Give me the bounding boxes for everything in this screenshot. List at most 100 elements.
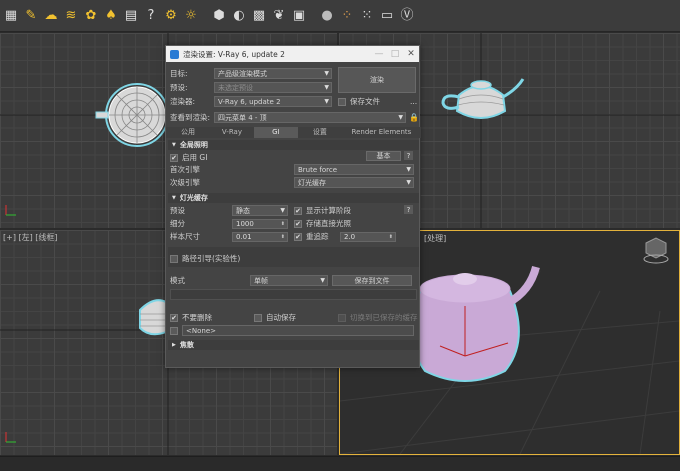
preset-row: 预设: 未选定预设 ▼	[170, 82, 332, 93]
sample-size-label: 样本尺寸	[170, 232, 200, 241]
gear-icon[interactable]: ⚙	[162, 7, 180, 25]
primary-engine-dropdown[interactable]: Brute force ▼	[294, 164, 414, 175]
help-icon[interactable]: ?	[142, 7, 160, 25]
folder-icon[interactable]: ▦	[2, 7, 20, 25]
monitor-icon[interactable]: ▭	[378, 7, 396, 25]
sphere-icon[interactable]: ◐	[230, 7, 248, 25]
secondary-engine-dropdown[interactable]: 灯光缓存 ▼	[294, 177, 414, 188]
tab-vray[interactable]: V-Ray	[210, 127, 254, 138]
render-setup-tabs: 公用 V-Ray GI 设置 Render Elements	[166, 127, 421, 138]
auto-save-label: 自动保存	[266, 313, 296, 322]
light-cache-header[interactable]: ▼ 灯光缓存	[168, 193, 419, 203]
render-setup-dialog: 渲染设置: V-Ray 6, update 2 — □ ✕ 目标: 产品级渲染模…	[165, 45, 421, 368]
view-cube-icon[interactable]	[643, 237, 669, 264]
tab-render-elements[interactable]: Render Elements	[342, 127, 421, 138]
cache-file-checkbox[interactable]	[170, 326, 178, 335]
teapot-perspective	[399, 265, 540, 382]
path-guide-row: 路径引导(实验性)	[170, 253, 240, 264]
sample-size-spinner[interactable]: 0.01 ⬍	[232, 231, 288, 242]
target-dropdown[interactable]: 产品级渲染模式 ▼	[214, 68, 332, 79]
help-icon[interactable]: ?	[404, 205, 413, 214]
leaf-icon[interactable]: ❦	[270, 7, 288, 25]
checker-icon[interactable]: ▩	[250, 7, 268, 25]
collapse-icon: ▼	[172, 195, 176, 201]
preset-value: 未选定预设	[218, 83, 253, 92]
target-value: 产品级渲染模式	[218, 69, 267, 78]
maximize-button[interactable]: □	[387, 49, 403, 59]
switch-saved-checkbox[interactable]	[338, 313, 346, 322]
document-icon[interactable]: ▤	[122, 7, 140, 25]
primary-engine-value: Brute force	[298, 165, 338, 174]
more-button[interactable]: ...	[410, 97, 417, 106]
toolbar-separator	[202, 7, 208, 25]
tab-settings[interactable]: 设置	[298, 127, 342, 138]
view-row: 查看到渲染: 四元菜单 4 - 顶 ▼ 🔒	[170, 112, 419, 123]
dont-delete-label: 不要删除	[182, 313, 212, 322]
axis-gizmo	[5, 205, 16, 216]
renderer-dropdown[interactable]: V-Ray 6, update 2 ▼	[214, 96, 332, 107]
lamp-icon[interactable]: ✎	[22, 7, 40, 25]
tab-gi[interactable]: GI	[253, 127, 298, 138]
cache-file-field[interactable]: <None>	[182, 325, 414, 336]
cache-file-value: <None>	[186, 326, 216, 335]
close-button[interactable]: ✕	[403, 49, 419, 59]
vray-icon[interactable]: Ⓥ	[398, 7, 416, 25]
view-dropdown[interactable]: 四元菜单 4 - 顶 ▼	[214, 112, 406, 123]
flower-icon[interactable]: ✿	[82, 7, 100, 25]
cloud-icon[interactable]: ☁	[42, 7, 60, 25]
lc-preset-row: 预设 静态 ▼ ✔ 显示计算阶段	[170, 205, 351, 216]
save-file-checkbox[interactable]	[338, 97, 346, 106]
lock-icon[interactable]: 🔒	[409, 113, 419, 122]
minimize-button[interactable]: —	[371, 49, 387, 59]
show-calc-checkbox[interactable]: ✔	[294, 206, 302, 215]
path-guide-checkbox[interactable]	[170, 254, 178, 263]
light-cache-section: ▼ 灯光缓存	[168, 193, 419, 203]
bird-icon[interactable]: ♠	[102, 7, 120, 25]
enable-gi-checkbox[interactable]: ✔	[170, 153, 178, 162]
render-button[interactable]: 渲染	[338, 67, 416, 93]
gi-section-header[interactable]: ▼ 全局照明	[168, 140, 419, 150]
target-row: 目标: 产品级渲染模式 ▼	[170, 68, 332, 79]
box-icon[interactable]: ⬢	[210, 7, 228, 25]
teapot-left-view	[139, 299, 167, 336]
enable-gi-row: ✔ 启用 GI	[170, 152, 207, 163]
preset-dropdown[interactable]: 未选定预设 ▼	[214, 82, 332, 93]
filter-icon[interactable]: ▣	[290, 7, 308, 25]
particles-icon[interactable]: ⁘	[338, 7, 356, 25]
gi-mode-button[interactable]: 基本	[366, 151, 401, 161]
dont-delete-checkbox[interactable]: ✔	[170, 313, 178, 322]
retrace-checkbox[interactable]: ✔	[294, 232, 302, 241]
path-guide-label: 路径引导(实验性)	[182, 254, 241, 263]
save-to-file-button[interactable]: 保存到文件	[332, 275, 412, 286]
ball-icon[interactable]: ●	[318, 7, 336, 25]
view-label: 查看到渲染:	[170, 113, 211, 122]
dialog-titlebar[interactable]: 渲染设置: V-Ray 6, update 2 — □ ✕	[166, 46, 419, 62]
teapot-front-view	[441, 78, 525, 119]
chevron-down-icon: ▼	[406, 166, 411, 173]
secondary-engine-value: 灯光缓存	[298, 178, 326, 187]
chevron-down-icon: ▼	[324, 70, 329, 77]
spinner-icon: ⬍	[280, 220, 285, 227]
teapot-top-view	[95, 83, 169, 147]
mode-dropdown[interactable]: 单帧 ▼	[250, 275, 328, 286]
retrace-spinner[interactable]: 2.0 ⬍	[340, 231, 396, 242]
renderer-label: 渲染器:	[170, 97, 196, 106]
sun-icon[interactable]: ☼	[182, 7, 200, 25]
lc-preset-dropdown[interactable]: 静态 ▼	[232, 205, 288, 216]
wave-icon[interactable]: ≋	[62, 7, 80, 25]
help-icon[interactable]: ?	[404, 151, 413, 160]
toolbar-separator	[310, 7, 316, 25]
store-direct-checkbox[interactable]: ✔	[294, 219, 302, 228]
subdivs-spinner[interactable]: 1000 ⬍	[232, 218, 288, 229]
caustics-header[interactable]: ▶ 焦散	[168, 340, 419, 350]
dots-icon[interactable]: ⁙	[358, 7, 376, 25]
chevron-down-icon: ▼	[324, 98, 329, 105]
auto-save-checkbox[interactable]	[254, 313, 262, 322]
cache-file-slot[interactable]	[170, 289, 417, 300]
gi-section-title: 全局照明	[179, 141, 208, 149]
mode-row: 模式 单帧 ▼	[170, 275, 328, 286]
sample-size-value: 0.01	[236, 232, 252, 241]
chevron-down-icon: ▼	[398, 114, 403, 121]
tab-common[interactable]: 公用	[166, 127, 210, 138]
cache-file-row: <None>	[170, 325, 414, 336]
